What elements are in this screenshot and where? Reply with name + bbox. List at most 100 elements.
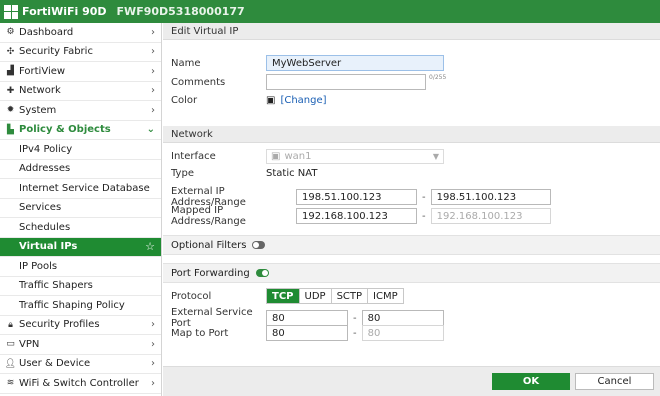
sidebar-subitem-addresses[interactable]: Addresses: [0, 160, 161, 179]
range-dash: -: [422, 191, 426, 203]
network-icon: ✚: [6, 85, 15, 96]
sidebar-subitem-label: Services: [19, 202, 62, 214]
map-to-port-row: Map to Port 80 - 80: [171, 325, 444, 341]
sidebar-item-security-fabric[interactable]: ✣ Security Fabric ›: [0, 43, 161, 62]
vpn-icon: ▭: [6, 339, 15, 350]
top-bar: FortiWiFi 90D FWF90D5318000177: [0, 0, 660, 23]
chevron-right-icon: ›: [151, 319, 155, 331]
dialog-footer: OK Cancel: [163, 366, 660, 396]
star-icon[interactable]: ☆: [145, 240, 155, 253]
external-port-start-input[interactable]: 80: [266, 310, 348, 326]
sidebar-item-label: Network: [19, 85, 61, 97]
sidebar: ⚙ Dashboard › ✣ Security Fabric › ▟ Fort…: [0, 23, 162, 396]
color-swatch-icon: ▣: [266, 95, 276, 106]
protocol-row: Protocol TCP UDP SCTP ICMP: [171, 288, 404, 304]
chart-icon: ▟: [7, 66, 14, 77]
name-label: Name: [171, 57, 201, 69]
map-port-start-input[interactable]: 80: [266, 325, 348, 341]
fortinet-logo-icon: [4, 4, 18, 19]
sidebar-item-label: System: [19, 104, 57, 116]
protocol-sctp-option[interactable]: SCTP: [332, 289, 369, 303]
sidebar-subitem-label: Internet Service Database: [19, 182, 150, 194]
type-value: Static NAT: [266, 168, 318, 179]
ok-button[interactable]: OK: [492, 373, 570, 390]
port-forwarding-row: Port Forwarding: [163, 263, 660, 283]
external-port-end-input[interactable]: 80: [361, 310, 444, 326]
name-input[interactable]: MyWebServer: [266, 55, 444, 71]
dashboard-icon: ⚙: [6, 27, 15, 38]
sidebar-subitem-ip-pools[interactable]: IP Pools: [0, 257, 161, 277]
sidebar-item-wifi-switch-controller[interactable]: ≋ WiFi & Switch Controller ›: [0, 374, 161, 394]
change-color-link[interactable]: [Change]: [280, 95, 326, 106]
optional-filters-label: Optional Filters: [171, 239, 247, 251]
sidebar-item-system[interactable]: ✹ System ›: [0, 101, 161, 121]
chevron-right-icon: ›: [151, 46, 155, 58]
mapped-ip-start-input[interactable]: 192.168.100.123: [296, 208, 417, 224]
range-dash: -: [353, 312, 357, 324]
protocol-tcp-option[interactable]: TCP: [267, 289, 300, 303]
sidebar-item-dashboard[interactable]: ⚙ Dashboard ›: [0, 23, 161, 43]
sidebar-item-user-device[interactable]: 👤︎ User & Device ›: [0, 355, 161, 374]
sidebar-item-label: Dashboard: [19, 26, 74, 38]
protocol-udp-option[interactable]: UDP: [300, 289, 332, 303]
sidebar-subitem-virtual-ips[interactable]: Virtual IPs ☆: [0, 237, 161, 257]
wifi-icon: ≋: [6, 378, 15, 389]
sidebar-subitem-label: Traffic Shapers: [19, 280, 93, 292]
external-ip-end-input[interactable]: 198.51.100.123: [430, 189, 551, 205]
caret-down-icon: ▼: [432, 152, 439, 161]
cancel-button[interactable]: Cancel: [575, 373, 654, 390]
sidebar-subitem-label: IP Pools: [19, 260, 58, 272]
sidebar-item-label: Security Fabric: [19, 46, 93, 58]
sidebar-subitem-label: Virtual IPs: [19, 241, 78, 253]
gear-icon: ✹: [6, 105, 15, 116]
chevron-right-icon: ›: [151, 338, 155, 350]
chevron-right-icon: ›: [151, 358, 155, 370]
sidebar-item-network[interactable]: ✚ Network ›: [0, 82, 161, 101]
protocol-selector: TCP UDP SCTP ICMP: [266, 288, 404, 304]
map-to-port-label: Map to Port: [171, 327, 229, 339]
sidebar-item-fortiview[interactable]: ▟ FortiView ›: [0, 62, 161, 82]
optional-filters-row: Optional Filters: [163, 235, 660, 255]
interface-row: Interface ▣ wan1 ▼: [171, 149, 444, 164]
chevron-right-icon: ›: [151, 26, 155, 38]
lock-icon: 🔒︎: [8, 319, 13, 330]
sidebar-item-label: User & Device: [19, 358, 91, 370]
chevron-right-icon: ›: [151, 377, 155, 389]
sidebar-subitem-services[interactable]: Services: [0, 199, 161, 218]
network-section-header: Network: [163, 126, 660, 143]
policy-icon: ▙: [7, 124, 14, 135]
user-icon: 👤︎: [4, 358, 17, 369]
range-dash: -: [422, 210, 426, 222]
chevron-right-icon: ›: [151, 65, 155, 77]
sidebar-subitem-ipv4-policy[interactable]: IPv4 Policy: [0, 140, 161, 160]
interface-select: ▣ wan1 ▼: [266, 149, 444, 164]
sidebar-item-label: WiFi & Switch Controller: [19, 377, 139, 389]
port-forwarding-toggle[interactable]: [255, 269, 269, 277]
protocol-label: Protocol: [171, 290, 212, 302]
sidebar-subitem-schedules[interactable]: Schedules: [0, 218, 161, 238]
comments-counter: 0/255: [429, 74, 447, 81]
sidebar-subitem-traffic-shapers[interactable]: Traffic Shapers: [0, 277, 161, 296]
sidebar-subitem-internet-service-database[interactable]: Internet Service Database: [0, 179, 161, 199]
sidebar-subitem-traffic-shaping-policy[interactable]: Traffic Shaping Policy: [0, 296, 161, 316]
comments-row: Comments 0/255: [171, 74, 446, 90]
product-name: FortiWiFi 90D: [22, 5, 107, 18]
interface-value: wan1: [284, 151, 312, 162]
mapped-ip-end-input: 192.168.100.123: [430, 208, 551, 224]
comments-label: Comments: [171, 76, 226, 88]
sidebar-item-label: FortiView: [19, 65, 66, 77]
optional-filters-toggle[interactable]: [252, 241, 266, 249]
edit-virtual-ip-panel: Edit Virtual IP Name MyWebServer Comment…: [163, 23, 660, 396]
sidebar-item-vpn[interactable]: ▭ VPN ›: [0, 335, 161, 355]
name-row: Name MyWebServer: [171, 55, 444, 71]
sidebar-subitem-label: Schedules: [19, 221, 71, 233]
mapped-ip-label: Mapped IP Address/Range: [171, 205, 246, 227]
protocol-icmp-option[interactable]: ICMP: [368, 289, 403, 303]
sidebar-item-policy-objects[interactable]: ▙ Policy & Objects ⌄: [0, 121, 161, 140]
external-ip-start-input[interactable]: 198.51.100.123: [296, 189, 417, 205]
comments-textarea[interactable]: [266, 74, 426, 90]
brand[interactable]: FortiWiFi 90D: [4, 4, 107, 19]
sidebar-item-label: Policy & Objects: [19, 124, 111, 136]
sidebar-item-security-profiles[interactable]: 🔒︎ Security Profiles ›: [0, 316, 161, 335]
mapped-ip-row: Mapped IP Address/Range 192.168.100.123 …: [171, 205, 551, 227]
